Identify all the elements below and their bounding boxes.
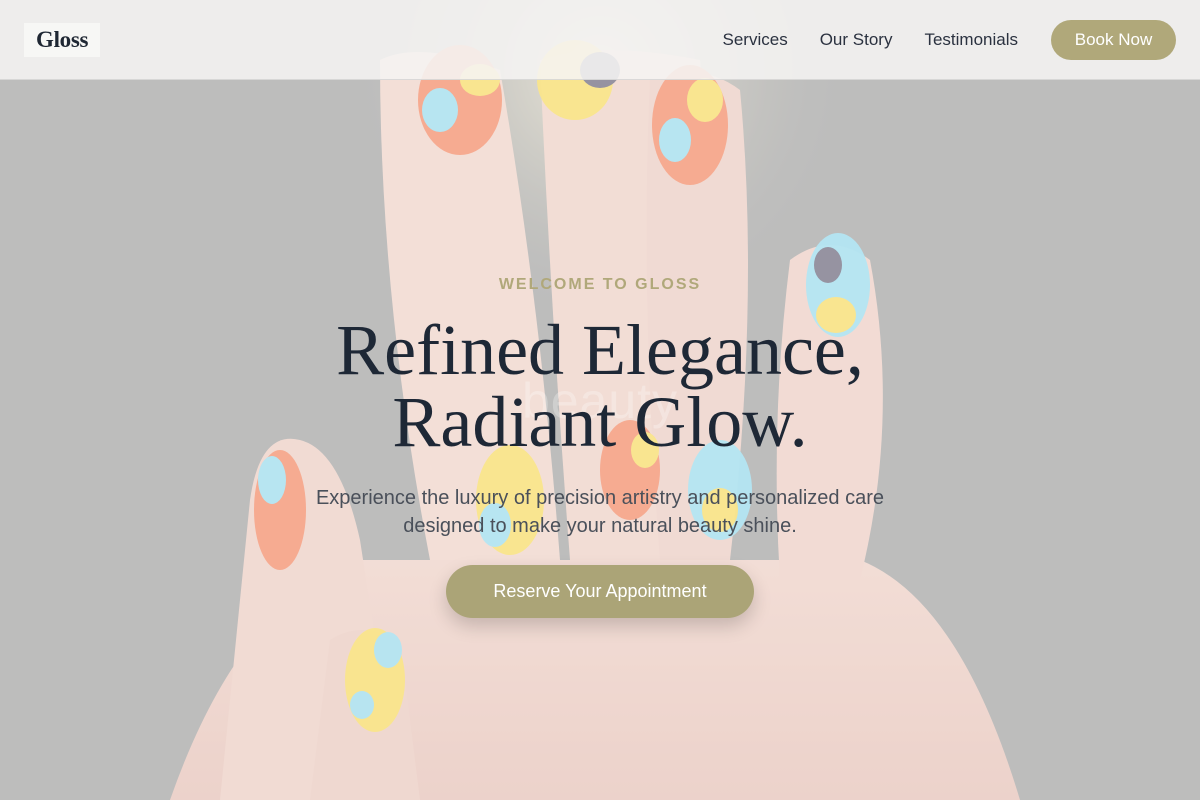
hero-subtext: Experience the luxury of precision artis… bbox=[0, 484, 1200, 540]
hero-headline: Refined Elegance, Radiant Glow. bbox=[0, 314, 1200, 458]
hero-content: beauty WELCOME TO GLOSS Refined Elegance… bbox=[0, 0, 1200, 800]
hero-subtext-line1: Experience the luxury of precision artis… bbox=[315, 487, 885, 509]
hero-headline-line1: Refined Elegance, bbox=[336, 310, 864, 390]
hero-headline-line2: Radiant Glow. bbox=[392, 382, 808, 462]
hero-eyebrow: WELCOME TO GLOSS bbox=[498, 276, 702, 293]
hero-subtext-line2: designed to make your natural beauty shi… bbox=[403, 515, 797, 537]
reserve-appointment-button[interactable]: Reserve Your Appointment bbox=[446, 565, 754, 618]
